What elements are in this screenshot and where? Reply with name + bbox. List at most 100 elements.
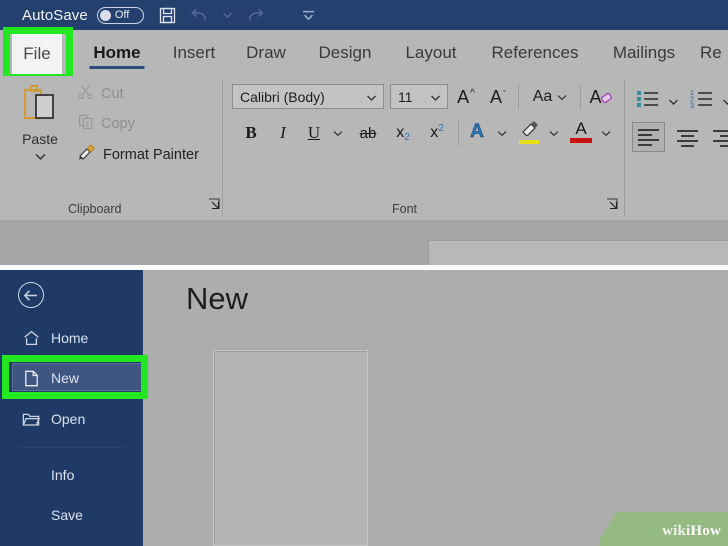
font-color-button[interactable]: A	[568, 118, 594, 145]
tab-insert-label: Insert	[172, 43, 216, 62]
watermark-how: How	[690, 523, 721, 539]
bold-button[interactable]: B	[240, 122, 262, 144]
paste-icon	[20, 82, 60, 129]
grow-font-button[interactable]: A ^	[454, 86, 478, 108]
paste-dropdown-icon[interactable]	[34, 148, 47, 166]
text-highlight-button[interactable]	[516, 119, 542, 145]
clear-formatting-button[interactable]: A	[586, 85, 616, 109]
italic-button[interactable]: I	[272, 122, 294, 144]
align-left-button[interactable]	[632, 122, 665, 152]
subscript-label: x	[396, 124, 405, 141]
caret-up-icon: ^	[470, 88, 475, 99]
tab-home[interactable]: Home	[88, 30, 146, 76]
font-dialog-launcher-icon[interactable]	[606, 197, 618, 215]
text-effects-label: A	[470, 121, 484, 143]
paste-label: Paste	[22, 131, 58, 147]
superscript-label: x	[430, 124, 439, 141]
font-color-swatch	[570, 137, 592, 143]
bullets-dropdown-icon[interactable]	[668, 93, 679, 111]
italic-label: I	[280, 123, 286, 142]
superscript-button[interactable]: x 2	[424, 122, 450, 144]
format-painter-button[interactable]: Format Painter	[78, 144, 199, 165]
bullets-button[interactable]	[636, 88, 662, 115]
new-nav-item-highlight	[2, 355, 148, 399]
sidebar-item-open-label: Open	[51, 411, 86, 427]
highlighter-pen-icon	[519, 120, 539, 141]
title-bar: AutoSave Off	[0, 0, 728, 30]
tab-home-underline	[89, 66, 145, 69]
caret-down-icon: ˇ	[503, 89, 506, 99]
tab-insert[interactable]: Insert	[166, 30, 222, 76]
tab-design-label: Design	[318, 43, 372, 62]
font-name-selector[interactable]: Calibri (Body)	[232, 84, 384, 109]
underline-button[interactable]: U	[303, 122, 325, 144]
ribbon-body: Paste Cut Copy Format Painter Clipboard …	[0, 76, 728, 220]
font-group-label: Font	[392, 202, 418, 216]
tab-home-label: Home	[93, 43, 141, 62]
tab-layout-label: Layout	[405, 43, 457, 62]
autosave-toggle[interactable]: Off	[96, 6, 144, 24]
tab-references[interactable]: References	[488, 30, 582, 76]
sidebar-item-save-label: Save	[51, 507, 83, 523]
tab-draw[interactable]: Draw	[240, 30, 292, 76]
strikethrough-button[interactable]: ab	[354, 122, 382, 144]
group-separator	[222, 80, 223, 216]
change-case-button[interactable]: Aa	[526, 86, 574, 108]
font-size-value: 11	[398, 88, 413, 105]
align-center-button[interactable]	[672, 124, 703, 157]
quick-access-toolbar	[158, 6, 317, 25]
ribbon-tab-strip: Home Insert Draw Design Layout Reference…	[0, 30, 728, 76]
redo-icon[interactable]	[246, 7, 265, 24]
chevron-down-icon	[557, 88, 567, 106]
bold-label: B	[245, 123, 257, 142]
numbering-dropdown-icon[interactable]	[722, 93, 728, 111]
sidebar-item-info[interactable]: Info	[0, 460, 143, 490]
word-application-window: AutoSave Off Home Insert Draw Design Lay…	[0, 0, 728, 546]
font-color-dropdown-icon[interactable]	[598, 125, 614, 141]
undo-icon[interactable]	[190, 7, 209, 24]
tab-review[interactable]: Re	[700, 30, 728, 76]
subscript-button[interactable]: x 2	[390, 122, 416, 144]
text-effects-button[interactable]: A	[464, 120, 490, 144]
blank-document-template-thumbnail[interactable]	[213, 350, 368, 546]
paste-button[interactable]: Paste	[16, 82, 64, 166]
change-case-label: Aa	[532, 88, 553, 105]
copy-label: Copy	[101, 116, 135, 132]
format-painter-icon	[78, 144, 96, 165]
customize-quick-access-icon[interactable]	[300, 9, 317, 22]
font-color-label: A	[575, 118, 587, 138]
chevron-down-icon	[430, 89, 441, 105]
autosave-state-label: Off	[114, 9, 130, 21]
format-painter-label: Format Painter	[103, 146, 199, 163]
underline-dropdown-icon[interactable]	[330, 125, 346, 141]
sidebar-item-home-label: Home	[51, 330, 89, 346]
font-inner-separator-2	[580, 84, 581, 110]
font-size-selector[interactable]: 11	[390, 84, 448, 109]
copy-button[interactable]: Copy	[78, 114, 135, 134]
save-icon[interactable]	[158, 6, 177, 25]
tab-layout[interactable]: Layout	[400, 30, 462, 76]
cut-button[interactable]: Cut	[78, 84, 124, 104]
cut-label: Cut	[101, 86, 124, 102]
font-inner-separator-3	[458, 120, 459, 146]
sidebar-item-open[interactable]: Open	[0, 404, 143, 434]
tab-review-label: Re	[700, 43, 722, 62]
sidebar-item-save[interactable]: Save	[0, 500, 143, 530]
highlight-dropdown-icon[interactable]	[546, 125, 562, 141]
font-name-value: Calibri (Body)	[240, 88, 325, 105]
align-right-button[interactable]	[708, 124, 728, 157]
back-arrow-icon[interactable]	[18, 282, 44, 308]
tab-mailings[interactable]: Mailings	[608, 30, 680, 76]
sidebar-item-home[interactable]: Home	[0, 323, 143, 353]
numbering-button[interactable]: 123	[690, 88, 716, 115]
undo-dropdown-icon[interactable]	[222, 11, 233, 19]
svg-text:3: 3	[690, 103, 694, 110]
shrink-font-button[interactable]: A ˇ	[486, 86, 510, 108]
home-icon	[20, 330, 42, 346]
grow-font-label: A	[457, 86, 470, 107]
font-inner-separator	[518, 84, 519, 110]
sidebar-item-info-label: Info	[51, 467, 75, 483]
tab-design[interactable]: Design	[313, 30, 377, 76]
text-effects-dropdown-icon[interactable]	[494, 125, 510, 141]
clipboard-dialog-launcher-icon[interactable]	[208, 197, 220, 215]
